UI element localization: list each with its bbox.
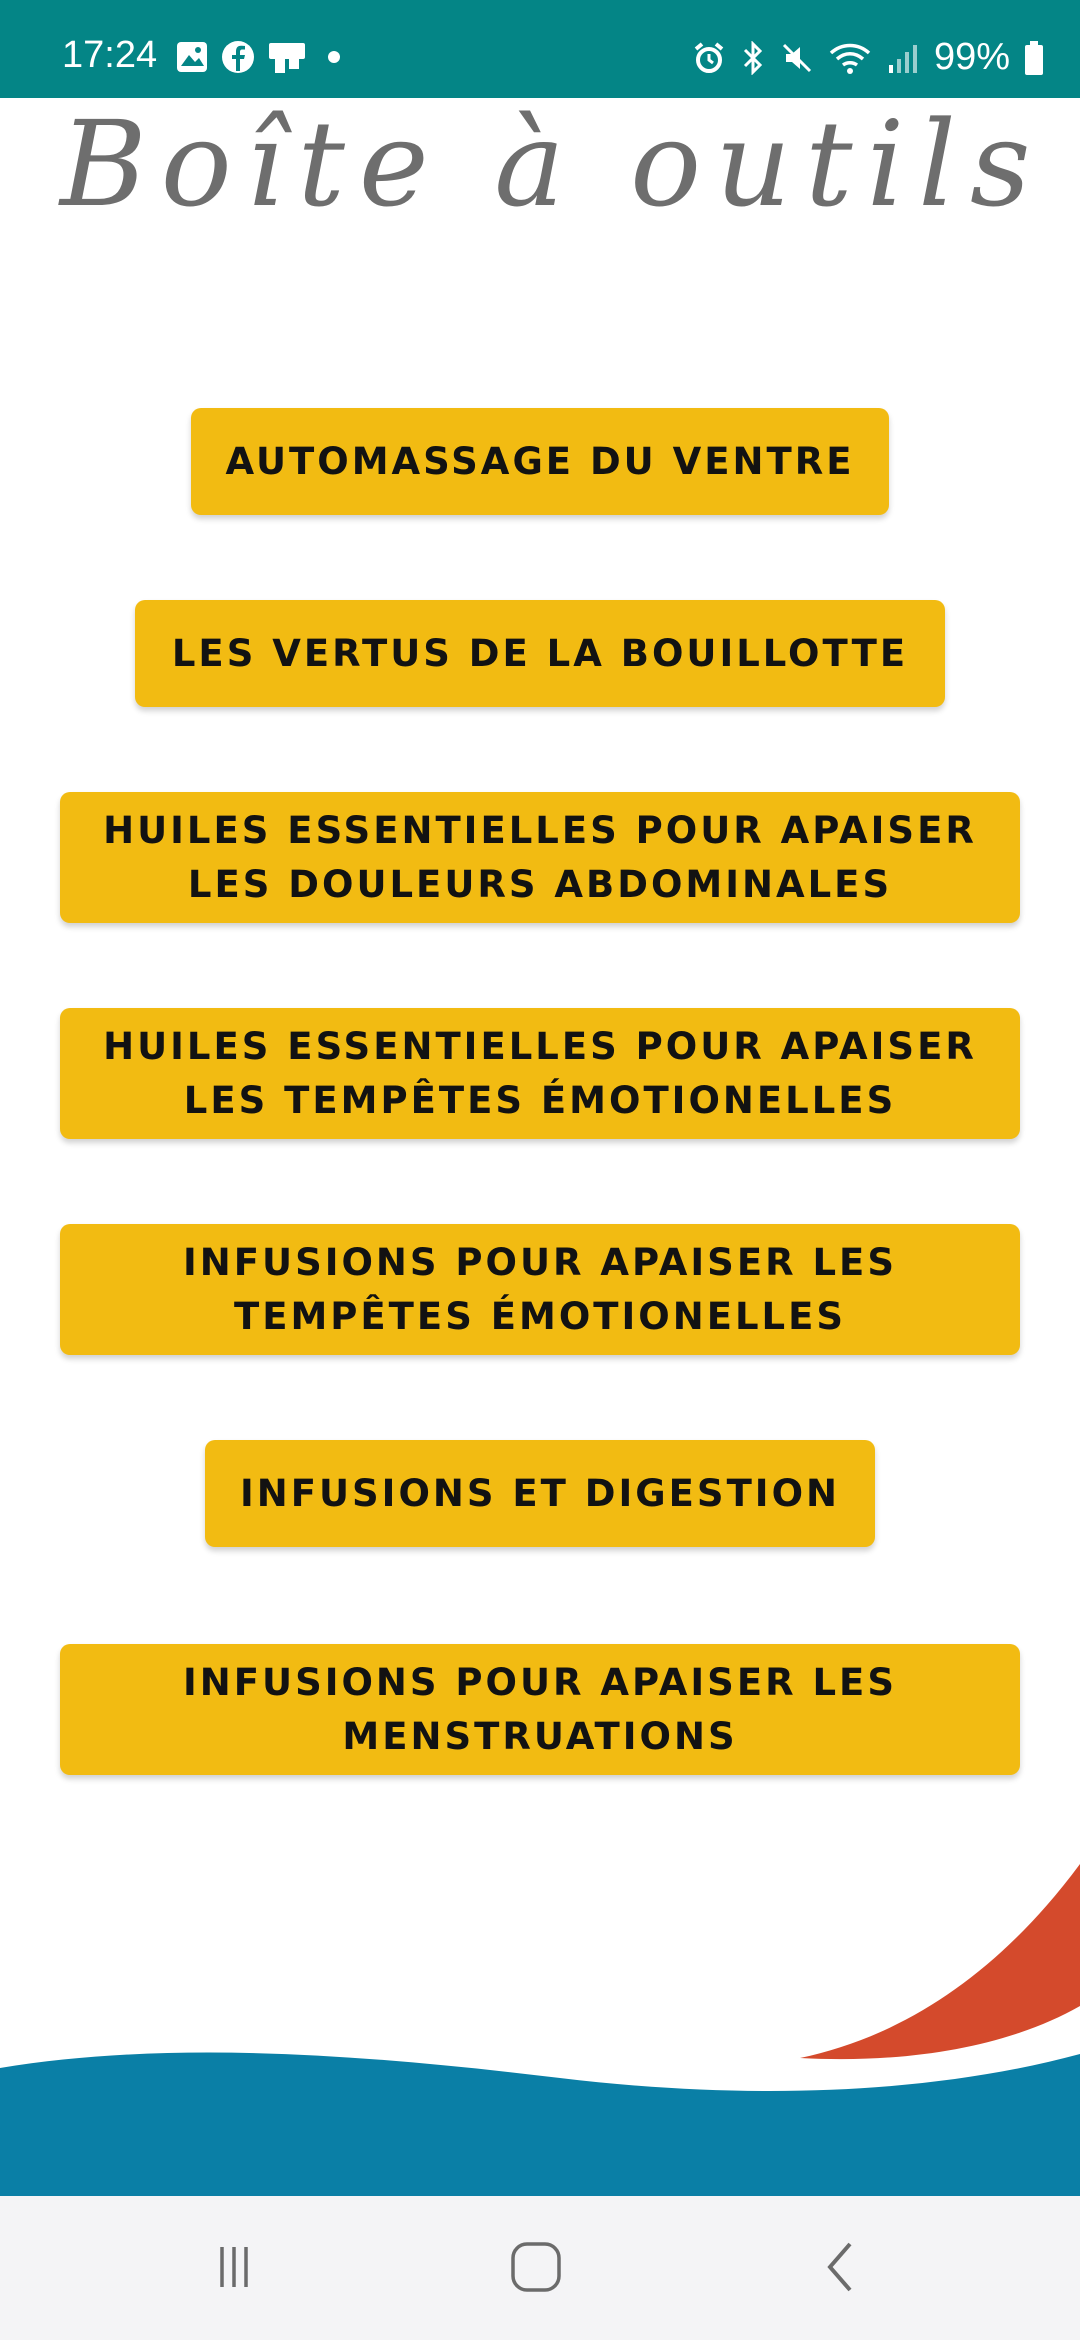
menu-button-label-line1: INFUSIONS POUR APAISER LES [183, 1240, 897, 1284]
home-icon [511, 2242, 561, 2292]
gallery-icon [177, 42, 207, 72]
app-notification-icon [269, 43, 305, 73]
mute-icon [782, 43, 811, 72]
status-time: 17:24 [62, 34, 158, 76]
wifi-icon [829, 43, 871, 74]
status-notification-icons [175, 40, 349, 74]
recent-apps-button[interactable] [194, 2232, 274, 2302]
menu-button-label-line1: INFUSIONS POUR APAISER LES [183, 1660, 897, 1704]
battery-icon [1025, 40, 1043, 75]
home-button[interactable] [496, 2232, 576, 2302]
battery-percent: 99% [933, 36, 1010, 78]
page-title: Boîte à outils [60, 95, 1045, 233]
facebook-icon [222, 41, 254, 73]
back-icon [827, 2242, 852, 2292]
menu-button-label: AUTOMASSAGE DU VENTRE [225, 439, 855, 483]
menu-button-label-line1: HUILES ESSENTIELLES POUR APAISER [103, 808, 977, 852]
menu-button-infusions-menstruations[interactable]: INFUSIONS POUR APAISER LES MENSTRUATIONS [60, 1644, 1020, 1775]
menu-button-label-line2: LES DOULEURS ABDOMINALES [187, 862, 893, 906]
menu-button-label-line2: MENSTRUATIONS [342, 1714, 738, 1758]
menu-button-infusions-tempetes-emotionelles[interactable]: INFUSIONS POUR APAISER LES TEMPÊTES ÉMOT… [60, 1224, 1020, 1355]
back-button[interactable] [800, 2232, 880, 2302]
recent-apps-icon [220, 2247, 248, 2287]
decorative-wave [0, 1864, 1080, 2196]
status-system-icons: 99% [692, 36, 1044, 79]
menu-button-automassage-du-ventre[interactable]: AUTOMASSAGE DU VENTRE [191, 408, 889, 515]
bluetooth-icon [743, 40, 763, 75]
dot-icon [328, 51, 340, 63]
menu-button-huiles-tempetes-emotionelles[interactable]: HUILES ESSENTIELLES POUR APAISER LES TEM… [60, 1008, 1020, 1139]
menu-button-label-line1: HUILES ESSENTIELLES POUR APAISER [103, 1024, 977, 1068]
status-bar: 17:24 99% [0, 0, 1080, 98]
navigation-bar [0, 2196, 1080, 2340]
signal-icon [888, 44, 917, 73]
menu-button-label: INFUSIONS ET DIGESTION [239, 1471, 840, 1515]
menu-button-vertus-bouillotte[interactable]: LES VERTUS DE LA BOUILLOTTE [135, 600, 945, 707]
menu-button-label: LES VERTUS DE LA BOUILLOTTE [171, 631, 909, 675]
menu-button-label-line2: LES TEMPÊTES ÉMOTIONELLES [183, 1078, 897, 1122]
menu-button-label-line2: TEMPÊTES ÉMOTIONELLES [233, 1294, 847, 1338]
menu-button-huiles-douleurs-abdominales[interactable]: HUILES ESSENTIELLES POUR APAISER LES DOU… [60, 792, 1020, 923]
menu-button-infusions-digestion[interactable]: INFUSIONS ET DIGESTION [205, 1440, 875, 1547]
alarm-icon [694, 41, 724, 73]
